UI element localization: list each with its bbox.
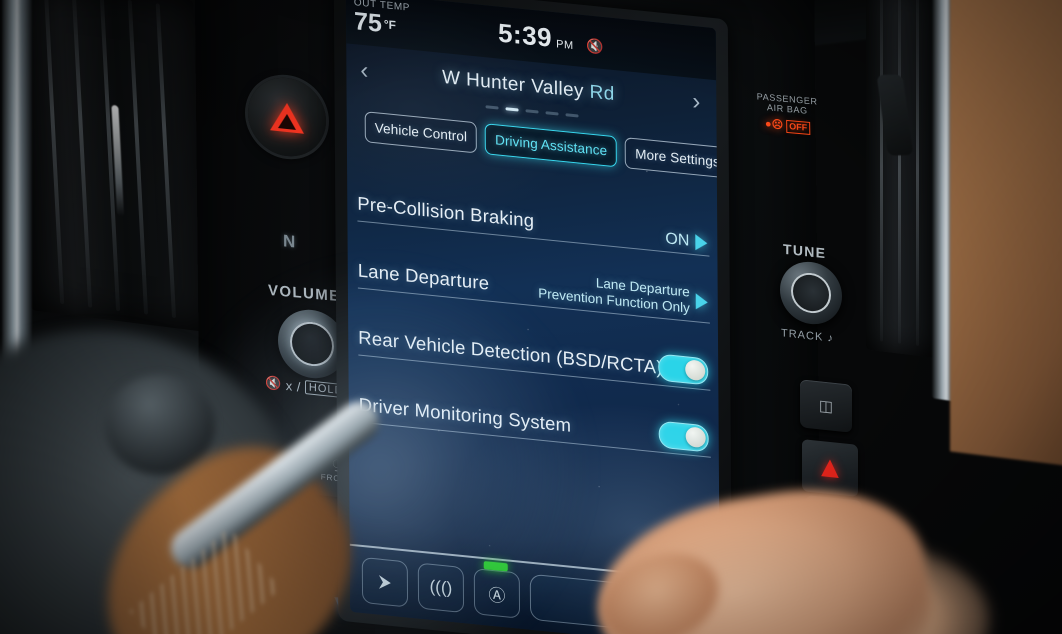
page-dot bbox=[565, 113, 579, 118]
outside-temperature: OUT TEMP 75 °F bbox=[354, 0, 410, 39]
car-interior-scene: N VOLUME 🔇 x / HOLD ⏻ TUNE TRACK ♪ PASSE… bbox=[0, 0, 1062, 634]
page-dot bbox=[545, 111, 559, 116]
clock-time: 5:39 bbox=[497, 17, 553, 53]
rear-defroster-icon: ◫ bbox=[818, 397, 834, 416]
left-air-vent bbox=[13, 0, 211, 333]
page-dot bbox=[485, 105, 499, 110]
page-dot bbox=[525, 109, 539, 114]
clock: 5:39 PM bbox=[498, 17, 574, 56]
auto-start-stop-icon: Ⓐ bbox=[488, 585, 506, 606]
setting-label: Driver Monitoring System bbox=[358, 393, 572, 436]
page-title-main: W Hunter Valley bbox=[441, 66, 584, 103]
rear-defroster-button[interactable]: ◫ bbox=[800, 379, 852, 433]
sensor-waves-icon: ((() bbox=[429, 576, 453, 598]
tab-vehicle-control[interactable]: Vehicle Control bbox=[364, 111, 478, 154]
mute-icon: 🔇 bbox=[265, 374, 282, 392]
setting-control[interactable]: ON bbox=[665, 230, 708, 251]
chevron-right-icon[interactable] bbox=[695, 233, 708, 251]
page-title-suffix: Rd bbox=[589, 81, 615, 106]
steering-wheel-hub bbox=[105, 375, 215, 475]
setting-label: Lane Departure bbox=[357, 259, 490, 294]
toggle-knob bbox=[685, 426, 706, 449]
chevron-right-icon[interactable] bbox=[695, 293, 708, 311]
toggle-rear-vehicle-detection[interactable] bbox=[658, 353, 709, 386]
page-dot-active bbox=[505, 107, 519, 112]
dock-button-auto-start-stop[interactable]: Ⓐ bbox=[473, 561, 521, 619]
clock-ampm: PM bbox=[556, 38, 574, 53]
right-leather-trim bbox=[950, 0, 1062, 469]
toggle-driver-monitoring-system[interactable] bbox=[658, 420, 709, 453]
out-temp-value-group: 75 °F bbox=[353, 7, 410, 39]
speaker-mute-icon[interactable]: 🔇 bbox=[586, 37, 604, 56]
right-air-vent bbox=[866, 0, 940, 359]
setting-value: ON bbox=[665, 230, 690, 250]
tab-more-settings[interactable]: More Settings bbox=[625, 137, 721, 179]
dock-button-vehicle[interactable]: ⮞ bbox=[361, 556, 409, 608]
toggle-knob bbox=[685, 359, 706, 382]
auto-start-stop-indicator bbox=[483, 561, 508, 572]
passenger-airbag-indicator: PASSENGER AIR BAG ●☹ OFF bbox=[757, 91, 818, 136]
tab-driving-assistance[interactable]: Driving Assistance bbox=[484, 123, 618, 168]
temp-up-button-right[interactable]: ▲ bbox=[802, 439, 858, 497]
hazard-triangle-icon bbox=[270, 100, 304, 134]
chevron-up-icon: ▲ bbox=[815, 449, 845, 486]
airbag-off-label: OFF bbox=[786, 119, 811, 136]
settings-list: Pre-Collision Braking ON Lane Departure … bbox=[356, 154, 711, 458]
setting-control[interactable] bbox=[658, 353, 709, 386]
next-page-chevron-icon[interactable]: › bbox=[692, 88, 700, 117]
setting-control[interactable] bbox=[658, 420, 709, 453]
volume-x-label: x / bbox=[285, 377, 301, 395]
car-side-icon: ⮞ bbox=[378, 571, 392, 592]
music-note-icon: ♪ bbox=[827, 332, 834, 345]
out-temp-value: 75 bbox=[353, 7, 382, 38]
left-chrome-trim bbox=[2, 0, 32, 383]
nfc-icon: N bbox=[283, 231, 297, 252]
out-temp-unit: °F bbox=[383, 17, 397, 33]
dock-button-parking-sensors[interactable]: ((() bbox=[417, 562, 465, 614]
